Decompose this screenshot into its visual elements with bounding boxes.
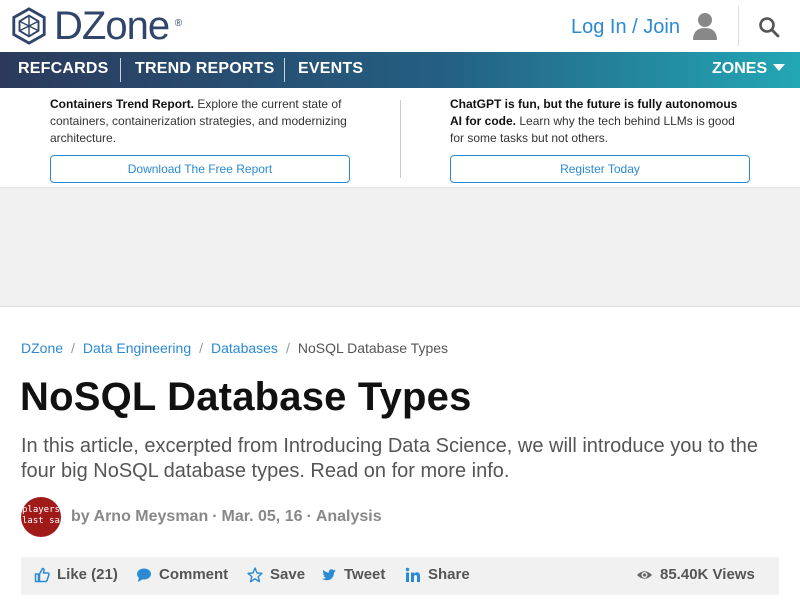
search-icon (759, 17, 780, 38)
breadcrumb-separator: / (199, 340, 203, 356)
comment-icon (137, 568, 151, 582)
promo-headline: Containers Trend Report. (50, 97, 195, 111)
dzone-logo-icon (12, 7, 46, 45)
logo-wordmark: DZone ® (54, 4, 182, 48)
save-button[interactable]: Save (247, 566, 305, 583)
nav-item-refcards[interactable]: REFCARDS (18, 60, 109, 78)
article-meta: by Arno Meysman · Mar. 05, 16 · Analysis (71, 508, 382, 526)
promo-text-containers: Containers Trend Report. Explore the cur… (50, 96, 350, 147)
nav-item-events[interactable]: EVENTS (298, 60, 363, 78)
author-link[interactable]: by Arno Meysman (71, 508, 208, 525)
article-summary: In this article, excerpted from Introduc… (21, 435, 759, 482)
thumbs-up-icon (34, 567, 50, 582)
article-category[interactable]: Analysis (316, 508, 382, 525)
like-label: Like (21) (57, 566, 118, 583)
header-divider (738, 6, 739, 46)
zones-label: ZONES (712, 60, 768, 77)
tweet-label: Tweet (344, 566, 386, 583)
breadcrumb-dzone[interactable]: DZone (21, 340, 63, 356)
meta-separator: · (306, 508, 312, 525)
linkedin-icon (405, 567, 420, 582)
user-icon (693, 13, 717, 40)
comment-button[interactable]: Comment (136, 566, 228, 583)
publish-date: Mar. 05, 16 (221, 508, 303, 525)
article-title: NoSQL Database Types (20, 375, 472, 419)
tweet-button[interactable]: Tweet (321, 566, 385, 583)
like-button[interactable]: Like (21) (34, 566, 118, 583)
meta-separator: · (212, 508, 218, 525)
ad-placeholder (0, 189, 800, 306)
site-header: DZone ® Log In / Join (0, 0, 800, 52)
caret-down-icon (773, 64, 786, 71)
avatar-text: last sa (22, 516, 60, 526)
zones-dropdown[interactable]: ZONES (712, 60, 786, 78)
register-today-button[interactable]: Register Today (450, 155, 750, 183)
breadcrumb-current: NoSQL Database Types (297, 340, 449, 356)
nav-separator (120, 58, 121, 82)
login-join-link[interactable]: Log In / Join (571, 16, 680, 39)
dzone-logo[interactable]: DZone ® (10, 4, 182, 48)
article-header: DZone / Data Engineering / Databases / NoSQL D… (0, 306, 800, 600)
download-report-button[interactable]: Download The Free Report (50, 155, 350, 183)
promo-banner: Containers Trend Report. Explore the cur… (0, 88, 800, 188)
avatar[interactable]: players last sa (21, 497, 61, 537)
action-bar: Like (21) Comment Save Tweet Share 85.40… (21, 557, 779, 595)
search-button[interactable] (758, 16, 780, 38)
author-row: players last sa by Arno Meysman · Mar. 05,… (21, 497, 382, 537)
promo-divider (400, 100, 401, 178)
breadcrumb-separator: / (285, 340, 290, 356)
nav-separator (284, 58, 285, 82)
nav-item-trend-reports[interactable]: TREND REPORTS (135, 60, 275, 78)
user-button[interactable] (690, 11, 720, 41)
twitter-icon (322, 568, 336, 580)
breadcrumb-separator: / (71, 340, 75, 356)
views-count: 85.40K Views (636, 566, 755, 583)
breadcrumb-databases[interactable]: Databases (211, 340, 278, 356)
share-label: Share (428, 566, 470, 583)
eye-icon (637, 570, 652, 579)
save-label: Save (270, 566, 306, 583)
breadcrumb-data-engineering[interactable]: Data Engineering (83, 340, 191, 356)
avatar-text: players (22, 505, 60, 515)
main-nav: REFCARDS TREND REPORTS EVENTS ZONES (0, 52, 800, 88)
breadcrumb: DZone / Data Engineering / Databases / NoSQL D… (21, 340, 448, 356)
star-icon (247, 566, 263, 582)
views-label: 85.40K Views (660, 566, 755, 583)
share-button[interactable]: Share (405, 566, 470, 583)
comment-label: Comment (159, 566, 229, 583)
promo-text-chatgpt: ChatGPT is fun, but the future is fully … (450, 96, 750, 147)
